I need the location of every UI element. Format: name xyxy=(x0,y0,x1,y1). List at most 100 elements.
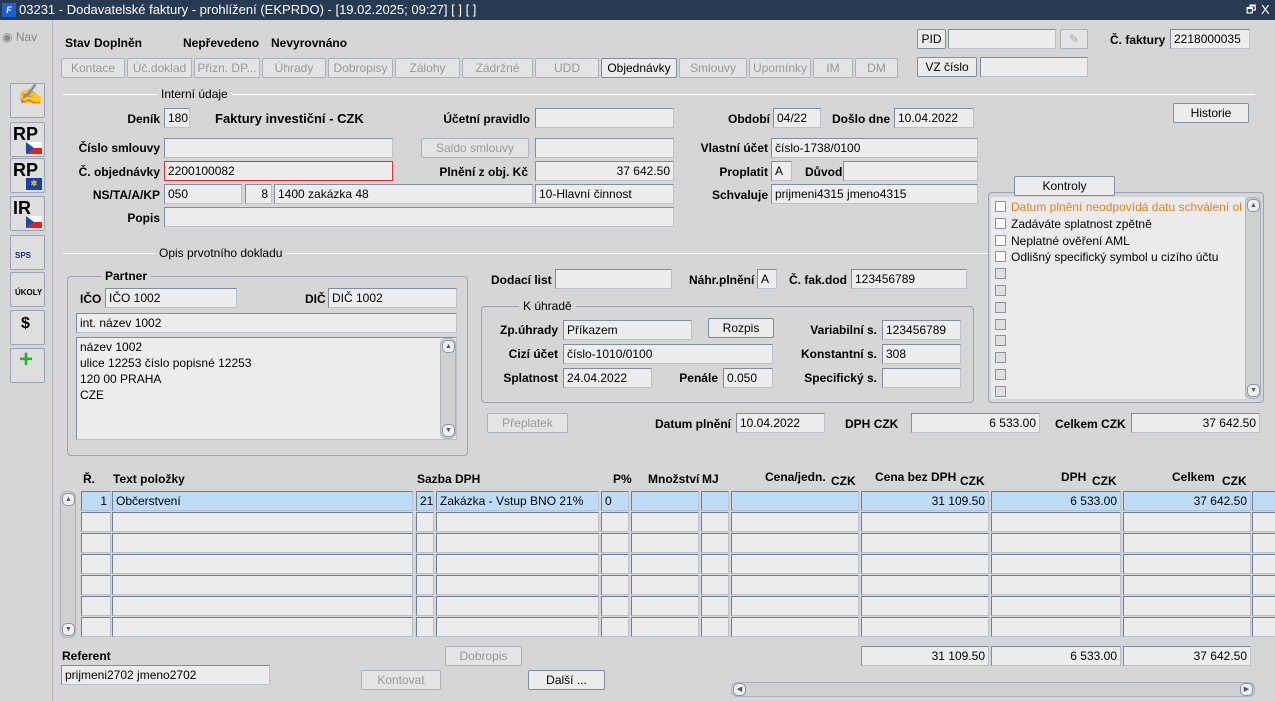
table-cell[interactable] xyxy=(631,554,699,574)
tab-10[interactable]: Upomínky xyxy=(749,58,811,78)
doslo-field[interactable]: 10.04.2022 xyxy=(894,108,974,128)
table-cell[interactable] xyxy=(991,533,1121,553)
table-cell[interactable] xyxy=(861,596,989,616)
table-scrollbar[interactable]: ▲ ▼ xyxy=(60,491,76,638)
table-cell[interactable] xyxy=(416,575,434,595)
denik-field[interactable]: 180 xyxy=(164,108,190,128)
table-cell[interactable] xyxy=(1123,533,1251,553)
table-cell[interactable] xyxy=(731,554,859,574)
table-cell[interactable] xyxy=(416,554,434,574)
tab-2[interactable]: Přizn. DP... xyxy=(194,58,260,78)
rp-cz-icon[interactable]: RP xyxy=(10,122,45,157)
table-cell[interactable] xyxy=(81,617,111,637)
table-cell[interactable] xyxy=(601,617,629,637)
table-cell[interactable] xyxy=(436,617,599,637)
adresa-scrollbar[interactable]: ▲ ▼ xyxy=(440,338,456,439)
table-cell[interactable]: 1 xyxy=(81,491,111,511)
scroll-down-icon[interactable]: ▼ xyxy=(62,623,75,636)
table-cell[interactable] xyxy=(112,554,413,574)
kontroly-button[interactable]: Kontroly xyxy=(1014,176,1115,196)
table-cell[interactable] xyxy=(1252,512,1275,532)
table-cell[interactable] xyxy=(991,575,1121,595)
money-bag-icon[interactable]: $ xyxy=(10,310,45,345)
table-cell[interactable] xyxy=(112,512,413,532)
popis-field[interactable] xyxy=(164,207,674,227)
table-cell[interactable] xyxy=(416,596,434,616)
tab-6[interactable]: Zádržné xyxy=(462,58,533,78)
table-cell[interactable] xyxy=(436,596,599,616)
duvod-field[interactable] xyxy=(843,161,978,181)
tab-7[interactable]: UDD xyxy=(535,58,599,78)
celkem-total-field[interactable]: 37 642.50 xyxy=(1131,413,1260,433)
ukoly-icon[interactable]: ÚKOLY xyxy=(10,272,45,307)
vlastni-ucet-field[interactable]: číslo-1738/0100 xyxy=(771,138,978,158)
dph-total-field[interactable]: 6 533.00 xyxy=(911,413,1040,433)
dic-field[interactable]: DIČ 1002 xyxy=(328,288,457,308)
table-cell[interactable]: 0 xyxy=(601,491,629,511)
table-cell[interactable] xyxy=(416,617,434,637)
vz-cislo-field[interactable] xyxy=(980,57,1088,77)
table-cell[interactable]: 31 109.50 xyxy=(861,491,989,511)
scroll-up-icon[interactable]: ▲ xyxy=(442,340,455,353)
table-cell[interactable] xyxy=(861,533,989,553)
table-cell[interactable] xyxy=(701,554,729,574)
ico-field[interactable]: IČO 1002 xyxy=(105,288,237,308)
scroll-left-icon[interactable]: ◀ xyxy=(733,683,746,696)
table-cell[interactable] xyxy=(601,575,629,595)
table-cell[interactable] xyxy=(1252,533,1275,553)
cislo-smlouvy-field[interactable] xyxy=(164,138,393,158)
table-cell[interactable] xyxy=(1123,575,1251,595)
table-cell[interactable] xyxy=(731,617,859,637)
table-cell[interactable] xyxy=(81,554,111,574)
table-cell[interactable]: 21 xyxy=(416,491,434,511)
kontrola-checkbox[interactable] xyxy=(995,369,1006,380)
dodaci-field[interactable] xyxy=(555,269,672,289)
table-cell[interactable] xyxy=(991,596,1121,616)
kp-field[interactable]: 10-Hlavní činnost xyxy=(535,184,674,204)
proplatit-field[interactable]: A xyxy=(771,161,792,181)
table-cell[interactable] xyxy=(631,617,699,637)
table-cell[interactable] xyxy=(1252,596,1275,616)
horizontal-scrollbar[interactable]: ◀ ▶ xyxy=(731,682,1255,697)
table-cell[interactable] xyxy=(731,491,859,511)
tab-0[interactable]: Kontace xyxy=(61,58,125,78)
splatnost-field[interactable]: 24.04.2022 xyxy=(563,368,652,388)
table-cell[interactable] xyxy=(112,533,413,553)
table-cell[interactable] xyxy=(436,554,599,574)
table-cell[interactable] xyxy=(112,617,413,637)
table-cell[interactable] xyxy=(1123,617,1251,637)
table-cell[interactable] xyxy=(631,512,699,532)
cizi-field[interactable]: číslo-1010/0100 xyxy=(563,344,773,364)
table-cell[interactable] xyxy=(731,596,859,616)
obdobi-field[interactable]: 04/22 xyxy=(773,108,821,128)
table-cell[interactable] xyxy=(1252,617,1275,637)
datum-plneni-field[interactable]: 10.04.2022 xyxy=(736,413,825,433)
table-cell[interactable] xyxy=(112,596,413,616)
ss-field[interactable] xyxy=(882,368,961,388)
kontrola-checkbox[interactable] xyxy=(995,268,1006,280)
kontroly-scrollbar[interactable]: ▲ ▼ xyxy=(1245,197,1261,399)
rp-eu-icon[interactable]: RP ✲ xyxy=(10,158,45,193)
table-cell[interactable] xyxy=(731,575,859,595)
table-cell[interactable] xyxy=(81,596,111,616)
table-cell[interactable] xyxy=(601,596,629,616)
clear-pid-button[interactable]: ✎ xyxy=(1060,29,1088,49)
table-cell[interactable] xyxy=(861,512,989,532)
table-cell[interactable] xyxy=(1123,512,1251,532)
table-cell[interactable] xyxy=(701,533,729,553)
table-cell[interactable] xyxy=(436,512,599,532)
scroll-down-icon[interactable]: ▼ xyxy=(1247,384,1260,397)
ucetni-pravidlo-field[interactable] xyxy=(535,108,674,128)
table-cell[interactable] xyxy=(1123,554,1251,574)
zp-field[interactable]: Příkazem xyxy=(563,320,692,340)
dobropis-button[interactable]: Dobropis xyxy=(445,646,522,666)
table-cell[interactable] xyxy=(81,575,111,595)
table-cell[interactable] xyxy=(1252,554,1275,574)
fakdod-field[interactable]: 123456789 xyxy=(851,269,967,289)
table-cell[interactable]: 37 642.50 xyxy=(1123,491,1251,511)
kontovat-button[interactable]: Kontovat xyxy=(361,670,441,690)
table-cell[interactable] xyxy=(701,596,729,616)
tab-1[interactable]: Úč.doklad xyxy=(127,58,192,78)
table-cell[interactable] xyxy=(601,533,629,553)
table-cell[interactable] xyxy=(731,533,859,553)
